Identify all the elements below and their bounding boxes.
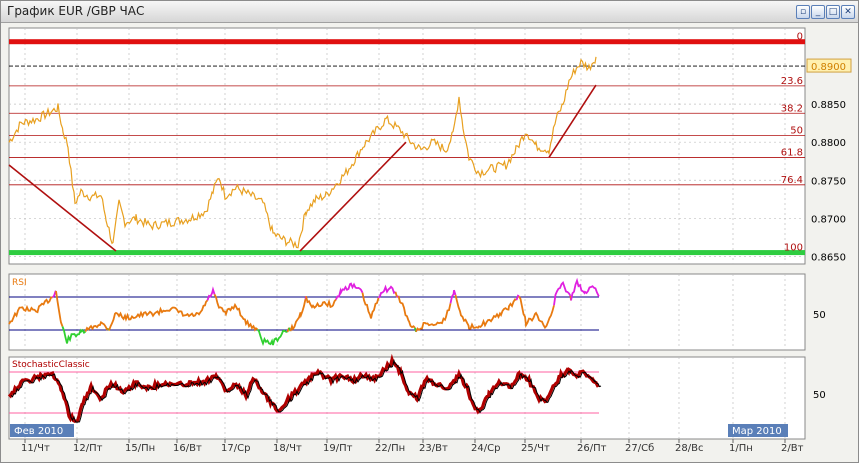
- time-tick: 18/Чт: [273, 443, 302, 454]
- fibo-label: 38.2: [781, 103, 803, 114]
- stochastic-panel[interactable]: StochasticClassic 50: [7, 353, 826, 440]
- maximize-icon: □: [828, 7, 838, 17]
- month-label-left: Фев 2010: [14, 426, 63, 437]
- close-icon: ✕: [844, 7, 852, 17]
- chart-area[interactable]: 0 23.6 38.2 50 61.8 76.4 100 0.8850 0.8800 0.875…: [1, 23, 858, 463]
- rsi-label: RSI: [12, 278, 27, 288]
- time-tick: 23/Вт: [419, 443, 448, 454]
- fibo-label: 100: [784, 243, 803, 254]
- fibo-label: 23.6: [781, 76, 803, 87]
- price-tick: 0.8800: [811, 138, 846, 149]
- stochastic-tick: 50: [813, 390, 826, 401]
- time-tick: 11/Чт: [21, 443, 50, 454]
- stochastic-label: StochasticClassic: [12, 360, 90, 370]
- time-tick: 16/Вт: [173, 443, 202, 454]
- chart-window: График EUR /GBP ЧАС ▫ _ □ ✕ 0 23.6 38.2 50 6…: [0, 0, 859, 463]
- price-tick: 0.8750: [811, 176, 846, 187]
- time-tick: 15/Пн: [125, 443, 155, 454]
- price-tag: 0.8900: [806, 58, 852, 73]
- resistance-band: [9, 39, 805, 45]
- fibo-label: 61.8: [781, 147, 803, 158]
- rsi-panel[interactable]: RSI 50: [8, 273, 826, 351]
- restore-button[interactable]: ▫: [796, 5, 810, 19]
- time-tick: 28/Вс: [675, 443, 703, 454]
- price-tag-label: 0.8900: [811, 62, 846, 73]
- price-tick: 0.8700: [811, 214, 846, 225]
- time-tick: 19/Пт: [323, 443, 353, 454]
- price-tick: 0.8850: [811, 100, 846, 111]
- stochastic-panel-frame: [8, 356, 806, 440]
- time-tick: 2/Вт: [781, 443, 804, 454]
- support-band: [9, 250, 805, 256]
- time-tick: 24/Ср: [471, 443, 500, 454]
- minimize-icon: _: [815, 7, 821, 17]
- time-tick: 12/Пт: [73, 443, 103, 454]
- price-axis: 0.8850 0.8800 0.8750 0.8700 0.8650: [811, 100, 846, 263]
- fibo-label: 50: [790, 125, 803, 136]
- fibo-label: 76.4: [781, 175, 803, 186]
- rsi-panel-frame: [8, 273, 806, 351]
- time-tick: 27/Сб: [625, 443, 654, 454]
- rsi-tick: 50: [813, 310, 826, 321]
- time-tick: 1/Пн: [729, 443, 753, 454]
- price-panel[interactable]: 0 23.6 38.2 50 61.8 76.4 100 0.8850 0.8800 0.875…: [8, 27, 852, 265]
- price-tick: 0.8650: [811, 252, 846, 263]
- month-label-right: Мар 2010: [732, 426, 782, 437]
- time-tick: 25/Чт: [521, 443, 550, 454]
- time-tick: 22/Пн: [375, 443, 405, 454]
- title-bar[interactable]: График EUR /GBP ЧАС ▫ _ □ ✕: [1, 1, 858, 23]
- time-tick: 26/Пт: [577, 443, 607, 454]
- close-button[interactable]: ✕: [841, 5, 855, 19]
- maximize-button[interactable]: □: [826, 5, 840, 19]
- restore-icon: ▫: [799, 7, 807, 17]
- window-title: График EUR /GBP ЧАС: [7, 4, 145, 18]
- fibo-label: 0: [797, 32, 803, 43]
- time-tick: 17/Ср: [221, 443, 250, 454]
- minimize-button[interactable]: _: [811, 5, 825, 19]
- price-panel-frame: [8, 27, 806, 265]
